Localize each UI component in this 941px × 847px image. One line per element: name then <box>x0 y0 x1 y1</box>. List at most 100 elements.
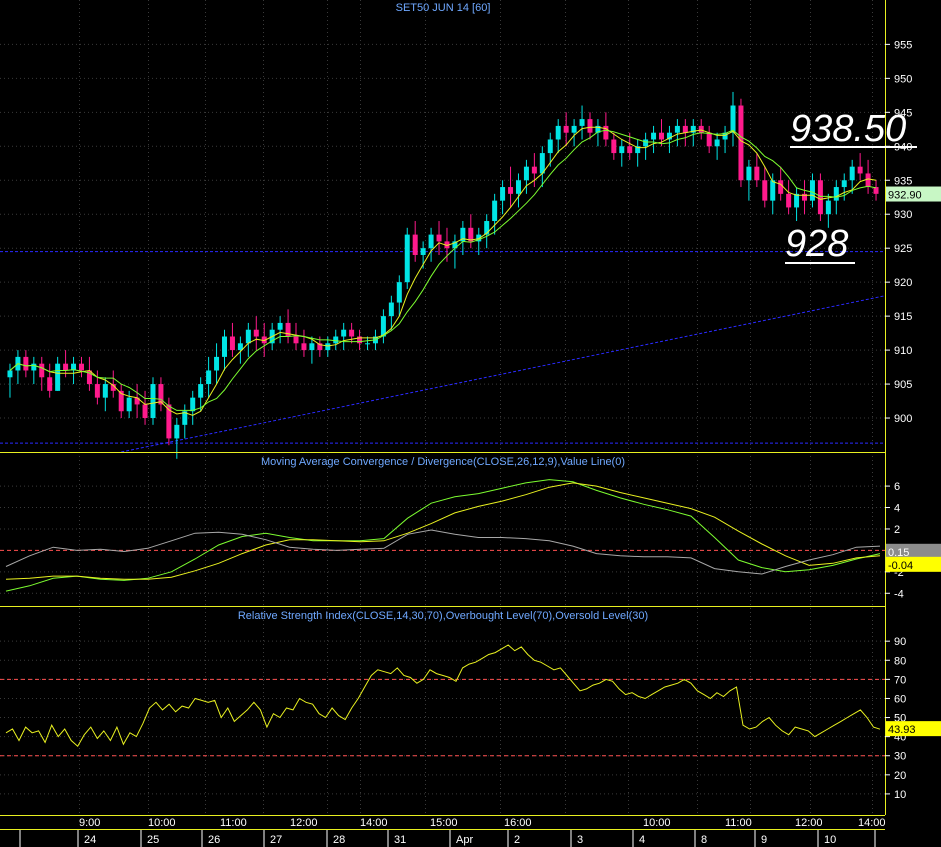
y-tick-label: 80 <box>894 655 906 667</box>
candle-body <box>404 234 410 283</box>
x-time-label: 12:00 <box>795 817 823 829</box>
y-tick-label: 935 <box>894 175 912 187</box>
candle-body <box>738 105 744 181</box>
annotation-low: 928 <box>785 223 848 265</box>
candle-body <box>817 180 823 215</box>
x-time-label: 10:00 <box>643 817 671 829</box>
rsi-panel <box>0 607 885 815</box>
candle-body <box>277 322 283 330</box>
x-day-label: Apr <box>456 834 473 846</box>
candle-body <box>428 234 434 249</box>
candle-body <box>222 336 227 357</box>
candle-body <box>698 125 704 133</box>
candle-body <box>833 187 839 201</box>
candle-body <box>714 139 720 147</box>
candle-body <box>523 166 529 181</box>
value-labels: 932.9000.15-0.0443.93 <box>886 186 941 737</box>
x-day-label: 4 <box>639 834 645 846</box>
candle-body <box>531 166 537 174</box>
candle-body <box>309 343 315 351</box>
candle-body <box>55 363 61 391</box>
x-day-label: 2 <box>514 834 520 846</box>
candle-body <box>778 180 784 194</box>
candle-body <box>659 132 664 140</box>
annotation-high: 938.50 <box>790 108 906 150</box>
candle-body <box>809 180 815 201</box>
candle-body <box>388 302 394 317</box>
y-tick-label: -4 <box>894 588 904 600</box>
candle-body <box>47 377 53 391</box>
y-axes: 900905910915920925930935940945950955-4-2… <box>885 39 912 801</box>
candle-body <box>23 356 29 371</box>
y-tick-label: 60 <box>894 693 906 705</box>
x-time-label: 11:00 <box>220 817 247 829</box>
candle-body <box>214 356 220 371</box>
y-tick-label: 950 <box>894 73 912 85</box>
y-tick-label: 925 <box>894 243 912 255</box>
y-tick-label: 920 <box>894 277 912 289</box>
x-time-label: 9:00 <box>79 817 100 829</box>
candle-body <box>865 173 871 188</box>
candle-body <box>825 200 831 215</box>
candle-body <box>674 125 680 133</box>
candle-body <box>611 139 617 154</box>
candle-body <box>627 146 633 154</box>
x-time-label: 11:00 <box>725 817 752 829</box>
y-tick-label: 900 <box>894 413 912 425</box>
candle-body <box>770 180 776 201</box>
price-chart: 900905910915920925930935940945950955-4-2… <box>0 0 941 847</box>
candle-body <box>206 370 212 385</box>
x-time-label: 14:00 <box>858 817 886 829</box>
candle-body <box>349 329 355 337</box>
candle-body <box>78 363 84 371</box>
candle-body <box>150 384 156 419</box>
candle-body <box>643 139 649 147</box>
x-time-label: 15:00 <box>430 817 458 829</box>
macd-title: Moving Average Convergence / Divergence(… <box>261 456 625 468</box>
candle-body <box>762 180 768 201</box>
candle-body <box>547 139 553 154</box>
candle-body <box>198 384 204 398</box>
x-time-label: 12:00 <box>290 817 318 829</box>
candle-body <box>174 424 180 439</box>
x-day-label: 31 <box>394 834 406 846</box>
x-day-label: 10 <box>824 834 836 846</box>
x-day-label: 27 <box>270 834 282 846</box>
candle-body <box>142 404 148 419</box>
x-day-label: 25 <box>147 834 159 846</box>
y-tick-label: 2 <box>894 524 900 536</box>
y-tick-label: 30 <box>894 751 906 763</box>
candle-body <box>325 343 331 351</box>
candle-body <box>841 180 847 188</box>
y-tick-label: 70 <box>894 674 906 686</box>
candle-body <box>126 397 132 412</box>
candle-body <box>63 363 69 371</box>
candle-body <box>412 234 418 255</box>
x-day-label: 26 <box>208 834 220 846</box>
candle-body <box>492 200 498 222</box>
x-time-label: 10:00 <box>148 817 176 829</box>
candle-body <box>682 125 688 133</box>
macd-panel <box>0 453 885 606</box>
candle-body <box>500 187 506 201</box>
candle-body <box>563 125 569 133</box>
candle-body <box>730 105 736 133</box>
candle-body <box>794 193 800 208</box>
y-tick-label: 930 <box>894 209 912 221</box>
candle-body <box>651 132 657 140</box>
y-tick-label: 955 <box>894 39 912 51</box>
x-axis: 9:00 10:00 11:00 12:00 14:00 15:00 16:00 10:00 1… <box>0 817 886 847</box>
x-day-label: 9 <box>761 834 767 846</box>
candle-body <box>31 363 37 371</box>
x-time-label: 14:00 <box>360 817 388 829</box>
x-day-label: 24 <box>84 834 96 846</box>
candle-body <box>190 397 196 412</box>
candle-body <box>849 166 855 181</box>
y-tick-label: 90 <box>894 636 906 648</box>
y-tick-label: 4 <box>894 503 900 515</box>
candle-body <box>746 166 752 181</box>
candle-body <box>571 125 577 133</box>
candle-body <box>873 187 879 194</box>
signal-value-label: -0.04 <box>888 560 913 572</box>
candle-body <box>245 329 251 344</box>
